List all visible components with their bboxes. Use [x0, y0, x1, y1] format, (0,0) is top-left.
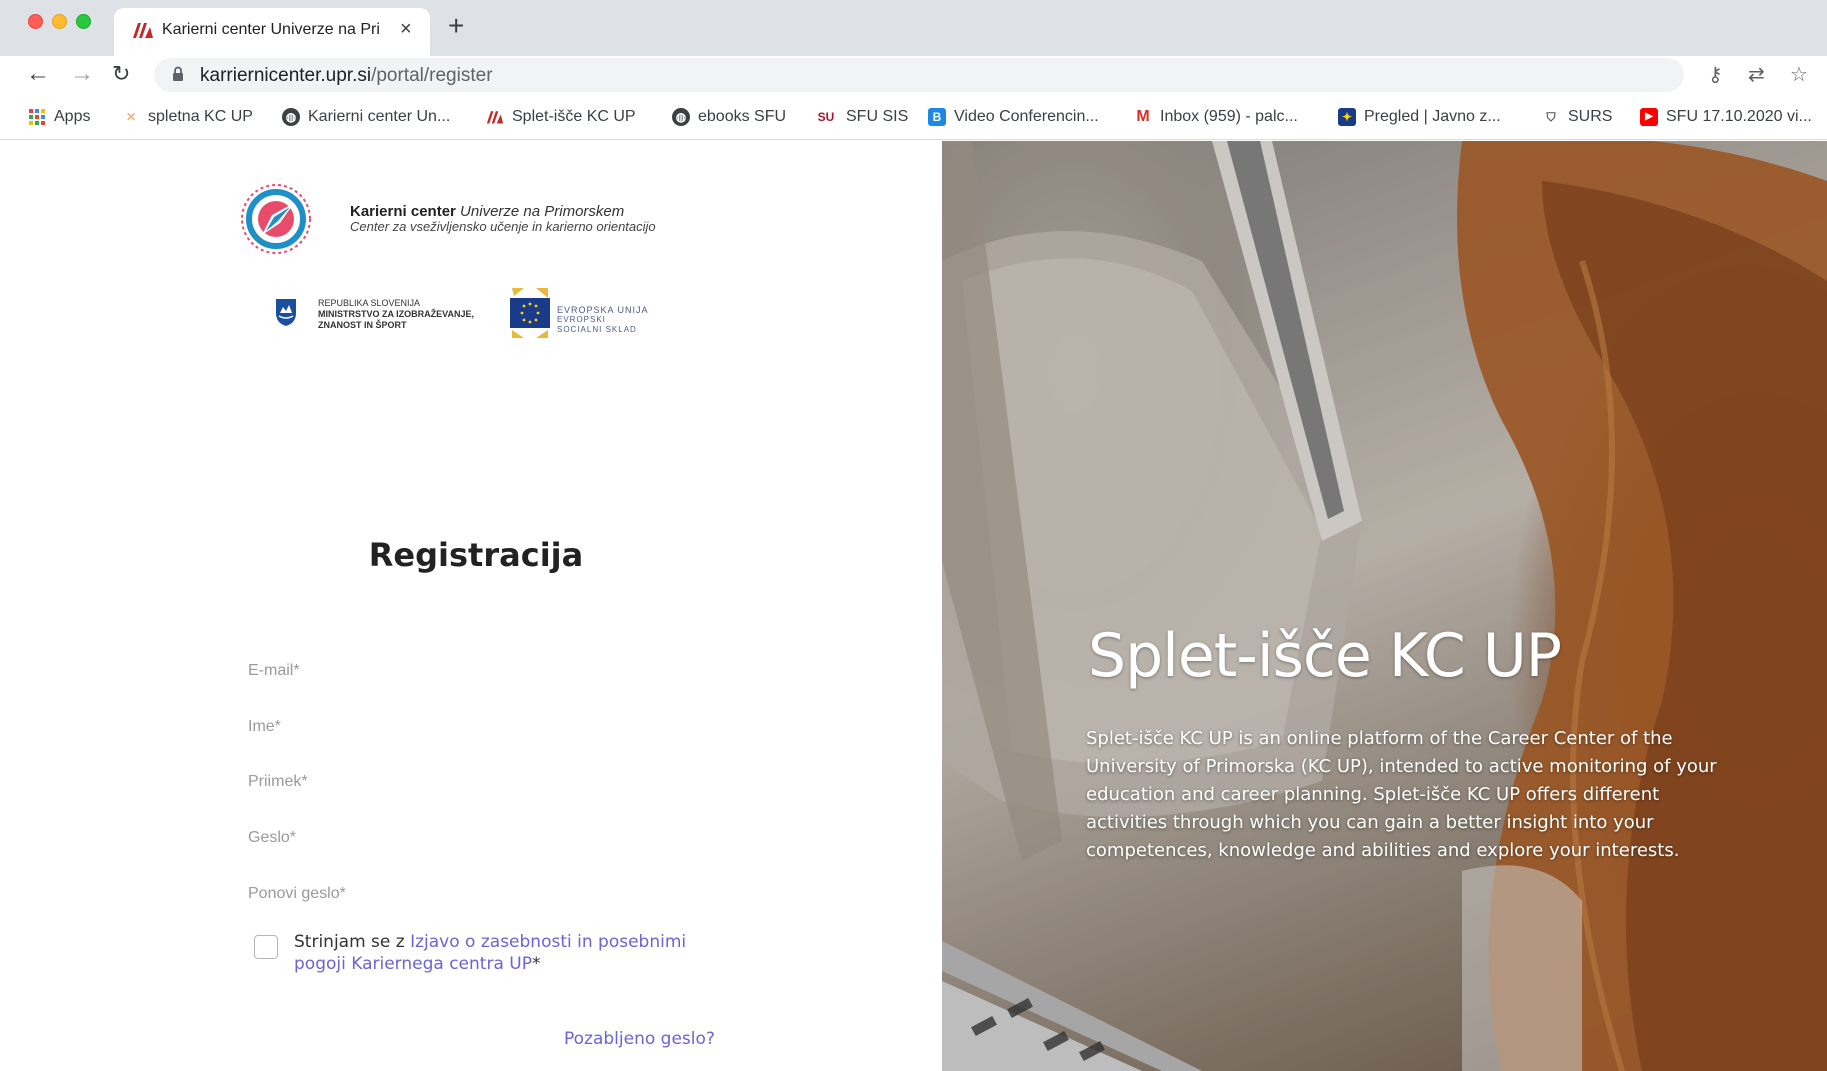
page-title: Registracija: [368, 536, 584, 574]
reload-button[interactable]: ↻: [112, 58, 130, 90]
bookmark-sfu-video[interactable]: ▶ SFU 17.10.2020 vi...: [1640, 106, 1812, 128]
address-bar[interactable]: karriernicenter.upr.si/portal/register: [154, 58, 1684, 92]
consent-required-mark: *: [531, 954, 541, 974]
bookmark-karierni-center[interactable]: ◍ Karierni center Un...: [282, 106, 450, 128]
ministry-line-1: REPUBLIKA SLOVENIJA: [318, 298, 421, 308]
bookmark-spletna-kc-up[interactable]: ✕ spletna KC UP: [122, 106, 253, 128]
eu-text: EVROPSKA UNIJA EVROPSKI SOCIALNI SKLAD: [557, 305, 649, 335]
consent-checkbox[interactable]: [254, 935, 278, 959]
bookmark-inbox[interactable]: M Inbox (959) - palc...: [1134, 106, 1298, 128]
ministry-line-2: MINISTRSTVO ZA IZOBRAŽEVANJE,: [318, 309, 475, 319]
kc-title-rest: Univerze na Primorskem: [455, 203, 625, 220]
bookmark-label: Pregled | Javno z...: [1364, 108, 1501, 125]
password-field[interactable]: [248, 818, 708, 858]
bookmark-sfu-sis[interactable]: SU SFU SIS: [814, 106, 909, 128]
kc-title-bold: Karierni center: [350, 203, 456, 220]
bookmark-video-conferencing[interactable]: B Video Conferencin...: [928, 106, 1099, 128]
globe-icon: ◍: [672, 108, 690, 126]
globe-icon: ◍: [282, 108, 300, 126]
kc-icon: ✕: [125, 110, 137, 124]
bookmark-label: Inbox (959) - palc...: [1160, 108, 1298, 125]
eu-line-2: EVROPSKI: [557, 315, 606, 324]
surname-field-wrap: [248, 762, 708, 802]
browser-toolbar: ← → ↻ karriernicenter.upr.si/portal/regi…: [0, 56, 1827, 94]
maximize-window-button[interactable]: [76, 14, 91, 29]
browser-tabstrip: Karierni center Univerze na Pri × +: [0, 0, 1827, 56]
bookmark-pregled[interactable]: ✦ Pregled | Javno z...: [1338, 106, 1501, 128]
bookmark-label: SFU SIS: [846, 108, 909, 125]
ministry-line-3: ZNANOST IN ŠPORT: [318, 320, 407, 330]
forward-button[interactable]: →: [70, 58, 94, 90]
translate-icon[interactable]: ⇄: [1748, 64, 1765, 86]
consent-label: Strinjam se z Izjavo o zasebnosti in pos…: [294, 931, 734, 975]
eu-line-3: SOCIALNI SKLAD: [557, 325, 637, 334]
close-tab-icon[interactable]: ×: [400, 17, 412, 41]
gmail-icon: M: [1136, 108, 1150, 125]
sfu-icon: SU: [817, 110, 835, 124]
bookmark-label: SFU 17.10.2020 vi...: [1666, 108, 1812, 125]
bookmark-label: Video Conferencin...: [954, 108, 1099, 125]
bookmark-star-icon[interactable]: ☆: [1790, 64, 1808, 86]
key-icon[interactable]: ⚷: [1708, 64, 1723, 86]
upr-logo-icon: [133, 23, 153, 38]
bookmark-label: Karierni center Un...: [308, 108, 451, 125]
eu-icon: ✦: [1338, 108, 1356, 126]
tab-title: Karierni center Univerze na Pri: [162, 21, 380, 38]
name-field[interactable]: [248, 707, 708, 747]
repeat-password-field[interactable]: [248, 874, 708, 914]
back-button[interactable]: ←: [26, 58, 50, 90]
email-field[interactable]: [248, 651, 708, 691]
shield-icon: ⛉: [1546, 110, 1556, 124]
hero-background-image: [942, 141, 1827, 1071]
browser-tab-active[interactable]: Karierni center Univerze na Pri ×: [114, 8, 430, 56]
hero-description: Splet-išče KC UP is an online platform o…: [1086, 728, 1717, 861]
registration-panel: Karierni center Univerze na Primorskem C…: [0, 141, 942, 1071]
compass-logo-icon: [241, 184, 311, 254]
bookmarks-bar: Apps ✕ spletna KC UP ◍ Karierni center U…: [0, 94, 1827, 140]
bookmark-label: Splet-išče KC UP: [512, 108, 636, 125]
bookmark-ebooks-sfu[interactable]: ◍ ebooks SFU: [672, 106, 786, 128]
password-field-wrap: [248, 818, 708, 858]
forgot-password-link[interactable]: Pozabljeno geslo?: [564, 1029, 715, 1049]
lock-icon: [173, 66, 183, 81]
apps-grid-icon: [29, 109, 45, 125]
bookmark-splet-isce[interactable]: Splet-išče KC UP: [486, 106, 636, 128]
bookmark-label: spletna KC UP: [148, 108, 253, 125]
bookmark-label: Apps: [54, 108, 91, 125]
hero-title: Splet-išče KC UP: [1088, 621, 1562, 691]
slovenia-crest-icon: [276, 299, 296, 326]
url-text: karriernicenter.upr.si/portal/register: [200, 66, 493, 86]
new-tab-button[interactable]: +: [448, 12, 464, 40]
url-host: karriernicenter.upr.si: [200, 65, 372, 86]
eu-flag-icon: [510, 288, 550, 338]
video-icon: B: [928, 108, 946, 126]
kc-subtitle: Center za vseživljensko učenje in karier…: [350, 219, 656, 234]
email-field-wrap: [248, 651, 708, 691]
kc-title: Karierni center Univerze na Primorskem: [350, 203, 624, 220]
bookmark-surs[interactable]: ⛉ SURS: [1542, 106, 1612, 128]
page-content: Karierni center Univerze na Primorskem C…: [0, 141, 1827, 1071]
bookmark-label: ebooks SFU: [698, 108, 787, 125]
repeat-password-field-wrap: [248, 874, 708, 914]
bookmark-apps[interactable]: Apps: [28, 106, 90, 128]
url-path: /portal/register: [371, 65, 493, 86]
upr-icon: [486, 111, 504, 124]
ministry-text: REPUBLIKA SLOVENIJA MINISTRSTVO ZA IZOBR…: [318, 298, 474, 331]
hero-panel: Splet-išče KC UP Splet-išče KC UP is an …: [942, 141, 1827, 1071]
youtube-icon: ▶: [1640, 108, 1658, 126]
bookmark-label: SURS: [1568, 108, 1613, 125]
name-field-wrap: [248, 707, 708, 747]
minimize-window-button[interactable]: [52, 14, 67, 29]
eu-line-1: EVROPSKA UNIJA: [557, 305, 649, 315]
surname-field[interactable]: [248, 762, 708, 802]
consent-prefix: Strinjam se z: [294, 932, 411, 952]
close-window-button[interactable]: [28, 14, 43, 29]
